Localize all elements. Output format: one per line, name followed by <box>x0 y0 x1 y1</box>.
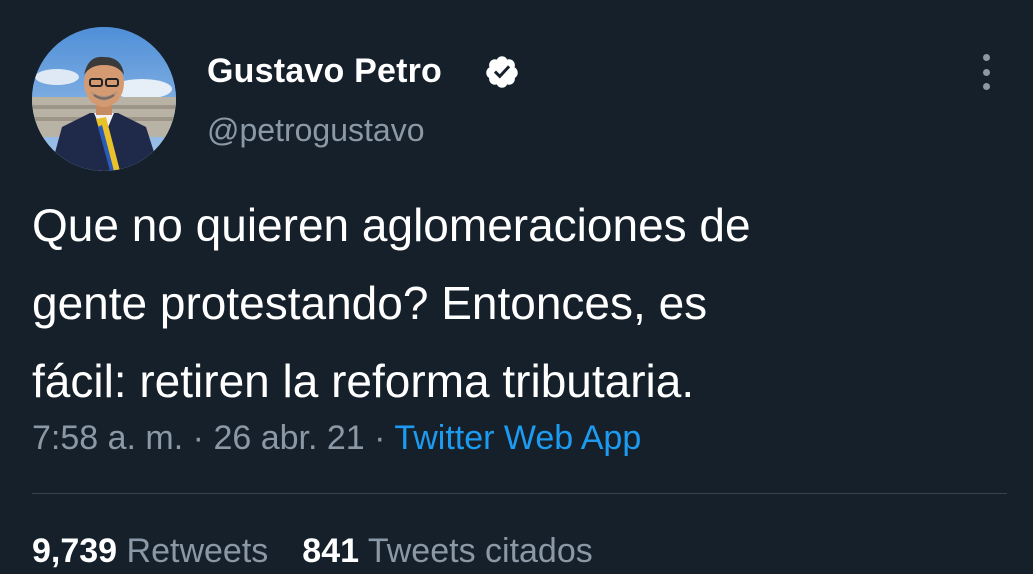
tweet-source-link[interactable]: Twitter Web App <box>394 419 641 457</box>
retweets-label: Retweets <box>126 532 269 570</box>
quote-tweets-label: Tweets citados <box>367 532 593 570</box>
tweet-text-line: Que no quieren aglomeraciones de <box>32 199 751 251</box>
tweet-time[interactable]: 7:58 a. m. <box>32 419 183 457</box>
quote-tweets-count: 841 <box>302 532 360 570</box>
tweet-text-line: fácil: retiren la reforma tributaria. <box>32 355 695 407</box>
more-dot <box>982 68 990 76</box>
more-vertical-icon[interactable] <box>972 52 1000 92</box>
tweet-card: Gustavo Petro @petrogustavo Que no quier… <box>0 0 1033 574</box>
tweet-metadata: 7:58 a. m. · 26 abr. 21 · Twitter Web Ap… <box>32 419 641 458</box>
retweets-count: 9,739 <box>32 532 118 570</box>
display-name[interactable]: Gustavo Petro <box>207 52 442 91</box>
more-dot <box>982 83 990 90</box>
meta-separator: · <box>192 419 204 457</box>
divider <box>32 493 1007 494</box>
verified-badge-icon <box>486 56 518 88</box>
avatar-image <box>32 27 176 171</box>
user-handle[interactable]: @petrogustavo <box>207 112 425 149</box>
tweet-text: Que no quieren aglomeraciones de gente p… <box>32 186 992 420</box>
retweets-stat[interactable]: 9,739 Retweets <box>32 532 268 570</box>
more-dot <box>982 54 990 61</box>
tweet-stats: 9,739 Retweets 841 Tweets citados <box>32 532 593 571</box>
quote-tweets-stat[interactable]: 841 Tweets citados <box>302 532 592 570</box>
tweet-date[interactable]: 26 abr. 21 <box>213 419 364 457</box>
meta-separator: · <box>374 419 386 457</box>
profile-avatar[interactable] <box>32 27 176 171</box>
tweet-text-line: gente protestando? Entonces, es <box>32 277 708 329</box>
